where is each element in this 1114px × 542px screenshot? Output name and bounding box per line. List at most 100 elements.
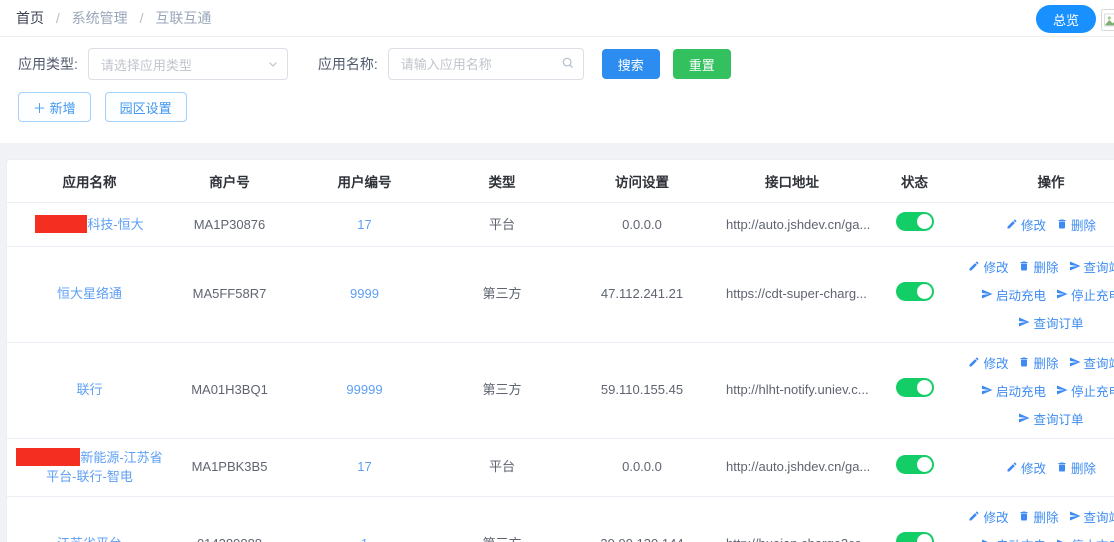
breadcrumb-home[interactable]: 首页 — [16, 10, 44, 26]
overview-button[interactable]: 总览 — [1036, 5, 1096, 33]
op-修改[interactable]: 修改 — [1006, 215, 1046, 234]
send-icon — [981, 538, 993, 542]
breadcrumb-system-management[interactable]: 系统管理 — [72, 10, 128, 26]
park-settings-button[interactable]: 园区设置 — [105, 92, 187, 122]
op-删除[interactable]: 删除 — [1018, 353, 1058, 372]
table-header-row: 应用名称商户号用户编号类型访问设置接口地址状态操作 — [7, 160, 1114, 203]
status-toggle[interactable] — [896, 378, 934, 397]
app-name-link[interactable]: 联行 — [76, 382, 102, 397]
merchant-no-cell: MA01H3BQ1 — [172, 371, 287, 409]
api-url-cell: http://huaian.charge2ca... — [722, 525, 862, 542]
op-启动充电[interactable]: 启动充电 — [981, 285, 1046, 304]
op-查询站点[interactable]: 查询站点 — [1069, 507, 1114, 526]
app-name-cell: 恒大星络通 — [7, 275, 172, 313]
user-no-link[interactable]: 17 — [357, 459, 371, 474]
breadcrumb: 首页 / 系统管理 / 互联互通 — [16, 8, 211, 28]
op-停止充电[interactable]: 停止充电 — [1056, 285, 1114, 304]
toggle-knob — [917, 214, 932, 229]
send-icon — [1069, 356, 1081, 368]
user-no-cell: 1 — [287, 525, 442, 542]
api-url-cell: http://hlht-notify.uniev.c... — [722, 371, 862, 409]
api-url-cell: http://auto.jshdev.cn/ga... — [722, 448, 862, 486]
column-header: 状态 — [862, 171, 967, 191]
op-label: 查询站点 — [1084, 507, 1114, 526]
app-name-link[interactable]: 科技-恒大 — [87, 217, 143, 232]
op-查询订单[interactable]: 查询订单 — [1018, 409, 1083, 428]
status-toggle[interactable] — [896, 282, 934, 301]
op-查询订单[interactable]: 查询订单 — [1018, 313, 1083, 332]
op-停止充电[interactable]: 停止充电 — [1056, 381, 1114, 400]
op-label: 查询站点 — [1084, 353, 1114, 372]
add-button[interactable]: ＋ 新增 — [18, 92, 91, 122]
op-删除[interactable]: 删除 — [1056, 215, 1096, 234]
op-停止充电[interactable]: 停止充电 — [1056, 535, 1114, 542]
op-删除[interactable]: 删除 — [1018, 257, 1058, 276]
merchant-no-cell: MA5FF58R7 — [172, 275, 287, 313]
delete-icon — [1056, 218, 1068, 230]
operations-cell: 修改 删除 — [967, 448, 1114, 487]
op-删除[interactable]: 删除 — [1018, 507, 1058, 526]
op-label: 删除 — [1071, 458, 1096, 477]
status-cell — [862, 273, 967, 316]
send-icon — [1056, 384, 1068, 396]
edit-icon — [1006, 461, 1018, 473]
op-label: 修改 — [983, 257, 1008, 276]
status-toggle[interactable] — [896, 532, 934, 542]
user-no-link[interactable]: 1 — [361, 536, 368, 542]
user-no-link[interactable]: 99999 — [346, 382, 382, 397]
op-启动充电[interactable]: 启动充电 — [981, 381, 1046, 400]
send-icon — [1056, 538, 1068, 542]
user-no-link[interactable]: 9999 — [350, 286, 379, 301]
search-icon — [561, 56, 575, 70]
filter-panel: 应用类型: 请选择应用类型 应用名称: 搜索 重置 ＋ 新增 园区设置 — [0, 37, 1114, 143]
table-row: 恒大星络通MA5FF58R79999第三方47.112.241.21https:… — [7, 247, 1114, 343]
search-button[interactable]: 搜索 — [602, 49, 660, 79]
app-type-select[interactable]: 请选择应用类型 — [88, 48, 288, 80]
op-label: 启动充电 — [996, 285, 1046, 304]
send-icon — [981, 384, 993, 396]
access-setting-cell: 0.0.0.0 — [562, 448, 722, 486]
status-cell — [862, 203, 967, 246]
op-label: 删除 — [1033, 507, 1058, 526]
op-label: 停止充电 — [1071, 285, 1114, 304]
op-label: 删除 — [1033, 257, 1058, 276]
type-cell: 平台 — [442, 448, 562, 486]
app-name-cell: 江苏省平台 — [7, 525, 172, 542]
op-label: 修改 — [983, 507, 1008, 526]
type-cell: 第三方 — [442, 371, 562, 409]
edit-icon — [968, 356, 980, 368]
column-header: 操作 — [967, 171, 1114, 191]
op-label: 修改 — [983, 353, 1008, 372]
redaction-block — [35, 215, 87, 233]
user-no-cell: 9999 — [287, 275, 442, 313]
status-toggle[interactable] — [896, 212, 934, 231]
app-name-input[interactable] — [388, 48, 584, 80]
breadcrumb-interconnect: 互联互通 — [155, 10, 211, 26]
toggle-knob — [917, 457, 932, 472]
app-name-link[interactable]: 江苏省平台 — [57, 536, 122, 542]
op-修改[interactable]: 修改 — [968, 353, 1008, 372]
user-no-link[interactable]: 17 — [357, 217, 371, 232]
reset-button[interactable]: 重置 — [673, 49, 731, 79]
column-header: 类型 — [442, 171, 562, 191]
op-label: 启动充电 — [996, 381, 1046, 400]
op-启动充电[interactable]: 启动充电 — [981, 535, 1046, 542]
toggle-knob — [917, 380, 932, 395]
op-修改[interactable]: 修改 — [968, 257, 1008, 276]
op-修改[interactable]: 修改 — [968, 507, 1008, 526]
op-label: 启动充电 — [996, 535, 1046, 542]
op-查询站点[interactable]: 查询站点 — [1069, 257, 1114, 276]
status-cell — [862, 446, 967, 489]
op-label: 修改 — [1021, 215, 1046, 234]
app-type-placeholder: 请选择应用类型 — [101, 55, 192, 74]
app-name-link[interactable]: 恒大星络通 — [57, 286, 122, 301]
partial-image-icon — [1101, 9, 1114, 31]
op-修改[interactable]: 修改 — [1006, 458, 1046, 477]
access-setting-cell: 59.110.155.45 — [562, 371, 722, 409]
status-toggle[interactable] — [896, 455, 934, 474]
op-删除[interactable]: 删除 — [1056, 458, 1096, 477]
op-label: 删除 — [1033, 353, 1058, 372]
op-查询站点[interactable]: 查询站点 — [1069, 353, 1114, 372]
toggle-knob — [917, 284, 932, 299]
app-type-label: 应用类型: — [18, 54, 78, 74]
